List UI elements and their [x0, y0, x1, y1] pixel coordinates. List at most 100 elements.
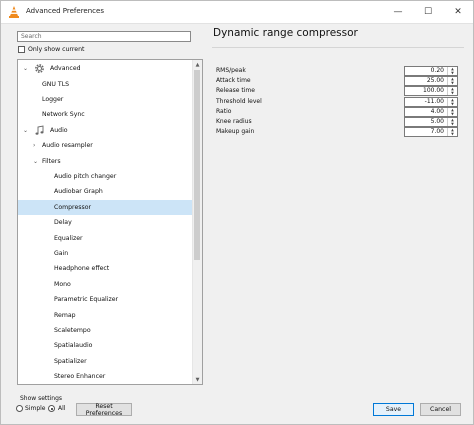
tree-item-gain[interactable]: Gain — [18, 246, 194, 261]
spin-down-icon[interactable]: ▼ — [448, 91, 457, 95]
spinbox-value: 100.00 — [423, 87, 444, 95]
tree-item-stereo-enhancer[interactable]: Stereo Enhancer — [18, 369, 194, 384]
spin-down-icon[interactable]: ▼ — [448, 132, 457, 136]
makeup-gain-label: Makeup gain — [216, 128, 255, 136]
tree-item-label: Audio pitch changer — [54, 172, 117, 180]
tree-item-mono[interactable]: Mono — [18, 277, 194, 292]
tree-item-spatialaudio[interactable]: Spatialaudio — [18, 338, 194, 353]
chevron-down-icon[interactable]: ⌄ — [23, 65, 28, 72]
scroll-up-icon[interactable]: ▲ — [193, 60, 202, 69]
spin-down-icon[interactable]: ▼ — [448, 71, 457, 75]
tree-item-audio[interactable]: ⌄ Audio — [18, 123, 194, 138]
show-settings-label: Show settings — [20, 395, 63, 402]
search-input[interactable] — [17, 31, 191, 42]
all-radio-label: All — [58, 405, 66, 412]
release-time-spinbox[interactable]: 100.00 ▲ ▼ — [404, 86, 458, 97]
tree-item-network-sync[interactable]: Network Sync — [18, 107, 194, 122]
spinbox-value: 5.00 — [430, 118, 444, 125]
tree-item-label: Filters — [42, 157, 61, 165]
simple-radio-label: Simple — [25, 405, 46, 412]
spinbox-value: -11.00 — [424, 97, 444, 105]
tree-item-label: Network Sync — [42, 111, 85, 119]
makeup-gain-spinbox[interactable]: 7.00 ▲ ▼ — [404, 127, 458, 138]
all-radio[interactable] — [48, 405, 55, 412]
tree-item-headphone-effect[interactable]: Headphone effect — [18, 261, 194, 276]
tree-item-filters[interactable]: ⌄ Filters — [18, 153, 194, 168]
spin-down-icon[interactable]: ▼ — [448, 102, 457, 106]
tree-scrollbar[interactable]: ▲ ▼ — [192, 60, 202, 384]
spinbox-buttons: ▲ ▼ — [447, 97, 457, 106]
tree-item-logger[interactable]: Logger — [18, 92, 194, 107]
spin-down-icon[interactable]: ▼ — [448, 81, 457, 85]
tree-item-remap[interactable]: Remap — [18, 307, 194, 322]
only-show-current-checkbox[interactable] — [18, 46, 25, 53]
tree-item-label: Gain — [54, 249, 69, 257]
close-button[interactable]: ✕ — [443, 1, 473, 23]
tree-item-audio-pitch-changer[interactable]: Audio pitch changer — [18, 169, 194, 184]
panel-title: Dynamic range compressor — [213, 27, 358, 39]
tree-item-compressor[interactable]: Compressor — [18, 199, 194, 215]
spin-down-icon[interactable]: ▼ — [448, 122, 457, 126]
minimize-button[interactable]: — — [383, 1, 413, 23]
tree-item-delay[interactable]: Delay — [18, 215, 194, 230]
minimize-icon: — — [393, 7, 403, 17]
tree-item-parametric-equalizer[interactable]: Parametric Equalizer — [18, 292, 194, 307]
title-bar: Advanced Preferences — ☐ ✕ — [1, 1, 473, 24]
spinbox-buttons: ▲ ▼ — [447, 128, 457, 137]
rms-peak-spinbox[interactable]: 0.20 ▲ ▼ — [404, 66, 458, 76]
scroll-thumb[interactable] — [194, 70, 200, 260]
tree-item-equalizer[interactable]: Equalizer — [18, 230, 194, 245]
tree-item-label: Audiobar Graph — [54, 188, 103, 196]
tree-item-advanced[interactable]: ⌄ Advanced — [18, 61, 194, 76]
chevron-down-icon[interactable]: ⌄ — [23, 127, 28, 134]
ratio-spinbox[interactable]: 4.00 ▲ ▼ — [404, 106, 458, 117]
attack-time-spinbox[interactable]: 25.00 ▲ ▼ — [404, 76, 458, 87]
tree-item-spatializer[interactable]: Spatializer — [18, 354, 194, 369]
cancel-button[interactable]: Cancel — [420, 403, 461, 416]
tree-item-label: Logger — [42, 95, 64, 103]
maximize-icon: ☐ — [423, 7, 433, 17]
tree-item-label: GNU TLS — [42, 80, 70, 88]
tree-item-label: Advanced — [50, 65, 81, 73]
tree-item-audiobar-graph[interactable]: Audiobar Graph — [18, 184, 194, 199]
tree-item-label: Spatializer — [54, 357, 87, 365]
tree-item-label: Audio resampler — [42, 142, 93, 150]
tree-item-label: Compressor — [54, 203, 92, 211]
tree-item-gnu-tls[interactable]: GNU TLS — [18, 76, 194, 91]
tree-item-audio-resampler[interactable]: › Audio resampler — [18, 138, 194, 153]
vlc-cone-icon — [9, 6, 19, 18]
maximize-button[interactable]: ☐ — [413, 1, 443, 23]
simple-radio[interactable] — [16, 405, 23, 412]
tree-item-label: Spatialaudio — [54, 342, 93, 350]
tree-item-label: Parametric Equalizer — [54, 296, 119, 304]
spinbox-buttons: ▲ ▼ — [447, 77, 457, 86]
preferences-tree[interactable]: ⌄ Advanced GNU TLS Logger Network Sync ⌄ Audio… — [17, 59, 203, 385]
gear-icon — [35, 64, 44, 73]
chevron-down-icon[interactable]: ⌄ — [33, 158, 38, 165]
reset-preferences-button[interactable]: Reset Preferences — [76, 403, 132, 417]
tree-item-label: Mono — [54, 280, 71, 288]
spinbox-buttons: ▲ ▼ — [447, 118, 457, 126]
threshold-level-label: Threshold level — [216, 97, 262, 105]
spinbox-value: 0.20 — [430, 67, 444, 74]
close-icon: ✕ — [454, 7, 462, 17]
tree-item-label: Scaletempo — [54, 326, 91, 334]
spinbox-buttons: ▲ ▼ — [447, 67, 457, 75]
knee-radius-label: Knee radius — [216, 118, 252, 125]
panel-divider — [212, 47, 464, 48]
spinbox-buttons: ▲ ▼ — [447, 107, 457, 116]
spinbox-buttons: ▲ ▼ — [447, 87, 457, 96]
save-button[interactable]: Save — [373, 403, 414, 416]
tree-item-label: Headphone effect — [54, 265, 110, 273]
tree-item-label: Delay — [54, 219, 72, 227]
tree-item-label: Audio — [50, 126, 68, 134]
threshold-level-spinbox[interactable]: -11.00 ▲ ▼ — [404, 96, 458, 107]
chevron-right-icon[interactable]: › — [33, 142, 35, 149]
tree-item-scaletempo[interactable]: Scaletempo — [18, 323, 194, 338]
spinbox-value: 25.00 — [426, 77, 444, 85]
scroll-down-icon[interactable]: ▼ — [193, 375, 202, 384]
knee-radius-spinbox[interactable]: 5.00 ▲ ▼ — [404, 117, 458, 127]
spin-down-icon[interactable]: ▼ — [448, 112, 457, 116]
ratio-label: Ratio — [216, 107, 232, 115]
rms-peak-label: RMS/peak — [216, 67, 246, 74]
